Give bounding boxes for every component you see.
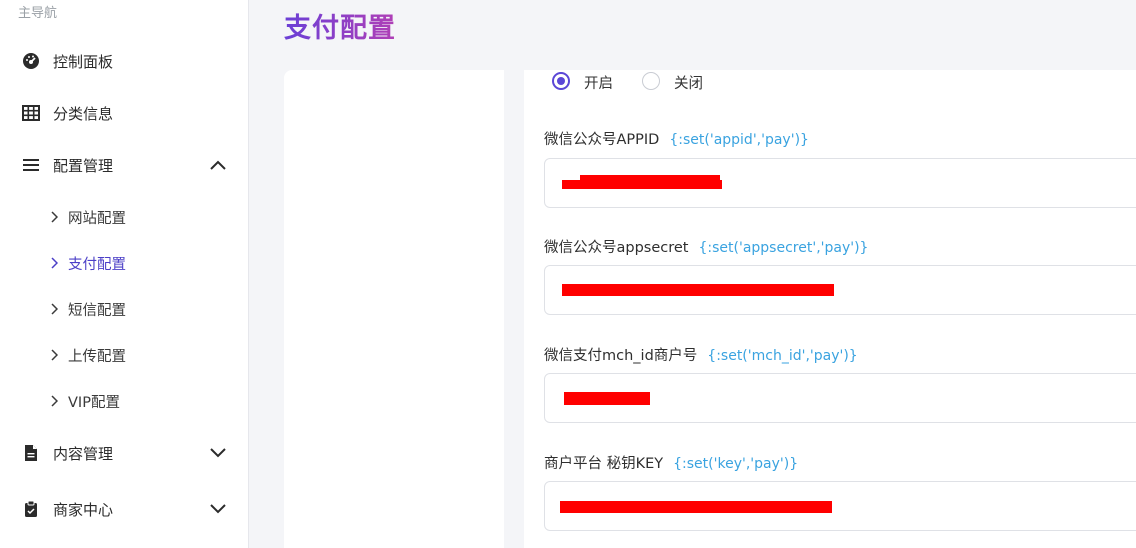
chevron-right-icon bbox=[48, 303, 60, 315]
sidebar-item-categories[interactable]: 分类信息 bbox=[0, 93, 248, 133]
field-template-tag: {:set('appsecret','pay')} bbox=[698, 240, 869, 256]
sidebar-subitem-label: VIP配置 bbox=[68, 394, 120, 411]
field-label-appid: 微信公众号APPID {:set('appid','pay')} bbox=[544, 128, 809, 149]
field-template-tag: {:set('mch_id','pay')} bbox=[707, 348, 858, 364]
chevron-right-icon bbox=[48, 395, 60, 407]
sidebar-subitem-upload-config[interactable]: 上传配置 bbox=[0, 338, 248, 372]
sidebar-item-label: 分类信息 bbox=[53, 104, 114, 123]
menu-icon bbox=[22, 156, 40, 174]
chevron-right-icon bbox=[48, 257, 60, 269]
nav-section-label: 主导航 bbox=[18, 6, 58, 21]
field-label-text: 微信公众号appsecret bbox=[544, 240, 689, 256]
sidebar-item-merchant[interactable]: 商家中心 bbox=[0, 489, 248, 529]
config-side-panel bbox=[284, 70, 504, 548]
sidebar-subitem-label: 网站配置 bbox=[68, 210, 126, 227]
sidebar-subitem-label: 支付配置 bbox=[68, 256, 126, 273]
sidebar-item-label: 控制面板 bbox=[53, 52, 114, 71]
chevron-right-icon bbox=[48, 211, 60, 223]
field-label-text: 商户平台 秘钥KEY bbox=[544, 456, 664, 472]
radio-enable-label: 开启 bbox=[584, 76, 613, 92]
sidebar-subitem-sms-config[interactable]: 短信配置 bbox=[0, 292, 248, 326]
page-title: 支付配置 bbox=[284, 6, 396, 45]
sidebar-subitem-label: 上传配置 bbox=[68, 348, 126, 365]
radio-disable[interactable] bbox=[642, 72, 660, 90]
sidebar-item-label: 配置管理 bbox=[53, 156, 114, 175]
sidebar-subitem-label: 短信配置 bbox=[68, 302, 126, 319]
sidebar-subitem-site-config[interactable]: 网站配置 bbox=[0, 200, 248, 234]
radio-disable-label: 关闭 bbox=[674, 76, 703, 92]
chevron-down-icon[interactable] bbox=[208, 499, 228, 519]
field-label-text: 微信公众号APPID bbox=[544, 132, 660, 148]
redaction-bar bbox=[580, 175, 720, 182]
field-template-tag: {:set('key','pay')} bbox=[673, 456, 799, 472]
field-label-key: 商户平台 秘钥KEY {:set('key','pay')} bbox=[544, 452, 798, 473]
sidebar-subitem-pay-config[interactable]: 支付配置 bbox=[0, 246, 248, 280]
sidebar: 主导航 控制面板 分类信息 配置管理 网站配置 支付配置 短信配置 上传配置 V… bbox=[0, 0, 249, 548]
document-icon bbox=[22, 444, 40, 462]
redaction-bar bbox=[560, 501, 832, 513]
panel-gap bbox=[504, 70, 524, 548]
sidebar-item-label: 商家中心 bbox=[53, 500, 114, 519]
sidebar-item-dashboard[interactable]: 控制面板 bbox=[0, 41, 248, 81]
sidebar-item-content[interactable]: 内容管理 bbox=[0, 433, 248, 473]
field-label-appsecret: 微信公众号appsecret {:set('appsecret','pay')} bbox=[544, 236, 868, 257]
grid-icon bbox=[22, 104, 40, 122]
dashboard-icon bbox=[22, 52, 40, 70]
field-template-tag: {:set('appid','pay')} bbox=[669, 132, 809, 148]
redaction-bar bbox=[564, 392, 650, 405]
chevron-right-icon bbox=[48, 349, 60, 361]
chevron-down-icon[interactable] bbox=[208, 443, 228, 463]
clipboard-icon bbox=[22, 500, 40, 518]
radio-enable[interactable] bbox=[552, 72, 570, 90]
field-label-mch-id: 微信支付mch_id商户号 {:set('mch_id','pay')} bbox=[544, 344, 858, 365]
sidebar-subitem-vip-config[interactable]: VIP配置 bbox=[0, 384, 248, 418]
field-label-text: 微信支付mch_id商户号 bbox=[544, 348, 698, 364]
chevron-up-icon[interactable] bbox=[208, 155, 228, 175]
redaction-bar bbox=[562, 284, 834, 296]
sidebar-item-config[interactable]: 配置管理 bbox=[0, 145, 248, 185]
sidebar-item-label: 内容管理 bbox=[53, 444, 114, 463]
